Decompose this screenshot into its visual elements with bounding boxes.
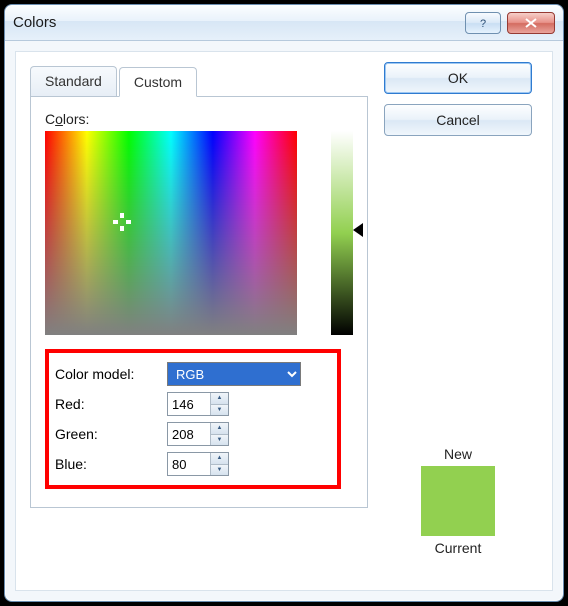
tab-custom[interactable]: Custom <box>119 67 197 97</box>
colors-label: Colors: <box>45 111 353 127</box>
red-input[interactable] <box>168 393 210 415</box>
luminance-arrow-icon <box>353 223 363 237</box>
luminance-slider[interactable] <box>331 131 353 335</box>
blue-input[interactable] <box>168 453 210 475</box>
blue-label: Blue: <box>55 456 167 472</box>
green-down-button[interactable]: ▼ <box>211 435 228 446</box>
current-label: Current <box>421 540 495 556</box>
color-field[interactable] <box>45 131 297 335</box>
red-down-button[interactable]: ▼ <box>211 405 228 416</box>
client-area: Standard Custom Colors: <box>15 51 553 591</box>
green-input[interactable] <box>168 423 210 445</box>
tab-standard[interactable]: Standard <box>30 66 117 96</box>
tabstrip: Standard Custom <box>30 66 368 97</box>
help-button[interactable]: ? <box>465 12 501 34</box>
svg-text:?: ? <box>480 18 486 29</box>
new-color-swatch <box>421 466 495 536</box>
custom-panel: Colors: Color model: <box>30 97 368 508</box>
titlebar: Colors ? <box>5 5 563 41</box>
crosshair-icon <box>113 213 131 231</box>
red-up-button[interactable]: ▲ <box>211 393 228 405</box>
close-button[interactable] <box>507 12 555 34</box>
right-column: OK Cancel New Current <box>384 62 532 556</box>
blue-down-button[interactable]: ▼ <box>211 465 228 476</box>
highlight-annotation: Color model: RGB Red: ▲▼ <box>45 349 341 489</box>
preview-area: New Current <box>421 446 495 556</box>
color-model-select[interactable]: RGB <box>167 362 301 386</box>
colors-dialog: Colors ? Standard Custom Colors: <box>4 4 564 602</box>
green-up-button[interactable]: ▲ <box>211 423 228 435</box>
red-label: Red: <box>55 396 167 412</box>
green-spinner[interactable]: ▲▼ <box>167 422 229 446</box>
window-title: Colors <box>13 14 56 31</box>
cancel-button[interactable]: Cancel <box>384 104 532 136</box>
blue-spinner[interactable]: ▲▼ <box>167 452 229 476</box>
blue-up-button[interactable]: ▲ <box>211 453 228 465</box>
new-label: New <box>421 446 495 462</box>
red-spinner[interactable]: ▲▼ <box>167 392 229 416</box>
ok-button[interactable]: OK <box>384 62 532 94</box>
green-label: Green: <box>55 426 167 442</box>
color-model-label: Color model: <box>55 366 167 382</box>
